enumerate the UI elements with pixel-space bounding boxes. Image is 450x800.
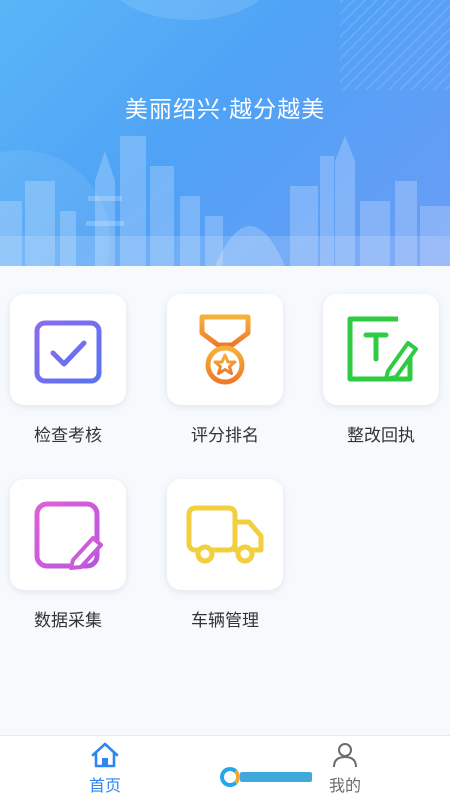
menu-item-label: 整改回执 — [347, 426, 415, 446]
tab-mine-label: 我的 — [328, 776, 361, 795]
calendar-check-icon — [34, 314, 102, 383]
tab-home[interactable]: 首页 — [65, 742, 145, 800]
menu-item-ranking[interactable]: 评分排名 — [147, 266, 303, 446]
menu-item-label: 数据采集 — [34, 611, 102, 631]
text-edit-icon — [347, 316, 418, 381]
menu-item-inspection[interactable]: 检查考核 — [0, 266, 146, 446]
truck-icon — [186, 505, 264, 563]
tab-home-label: 首页 — [88, 776, 121, 795]
menu-card[interactable] — [10, 294, 126, 405]
medal-star-icon — [199, 314, 251, 384]
gogo-watermark-logo — [220, 762, 315, 792]
menu-card[interactable] — [323, 294, 439, 405]
banner-decoration — [110, 0, 270, 20]
menu-item-data-collection[interactable]: 数据采集 — [0, 451, 146, 631]
user-icon — [333, 743, 357, 768]
menu-item-label: 车辆管理 — [191, 611, 259, 631]
watermark-wordmark — [240, 772, 312, 782]
document-pencil-icon — [34, 501, 103, 570]
menu-card[interactable] — [167, 479, 283, 590]
menu-item-rectification[interactable]: 整改回执 — [303, 266, 450, 446]
menu-item-vehicle-management[interactable]: 车辆管理 — [147, 451, 303, 631]
banner-stripes — [340, 0, 450, 90]
tab-mine[interactable]: 我的 — [305, 742, 385, 800]
menu-item-label: 评分排名 — [191, 426, 259, 446]
home-icon — [91, 742, 119, 768]
city-skyline-illustration — [0, 136, 450, 266]
menu-item-label: 检查考核 — [34, 426, 102, 446]
header-banner: 美丽绍兴·越分越美 — [0, 0, 450, 266]
banner-slogan: 美丽绍兴·越分越美 — [124, 97, 326, 123]
menu-card[interactable] — [167, 294, 283, 405]
menu-card[interactable] — [10, 479, 126, 590]
watermark-ring-icon — [220, 767, 240, 787]
